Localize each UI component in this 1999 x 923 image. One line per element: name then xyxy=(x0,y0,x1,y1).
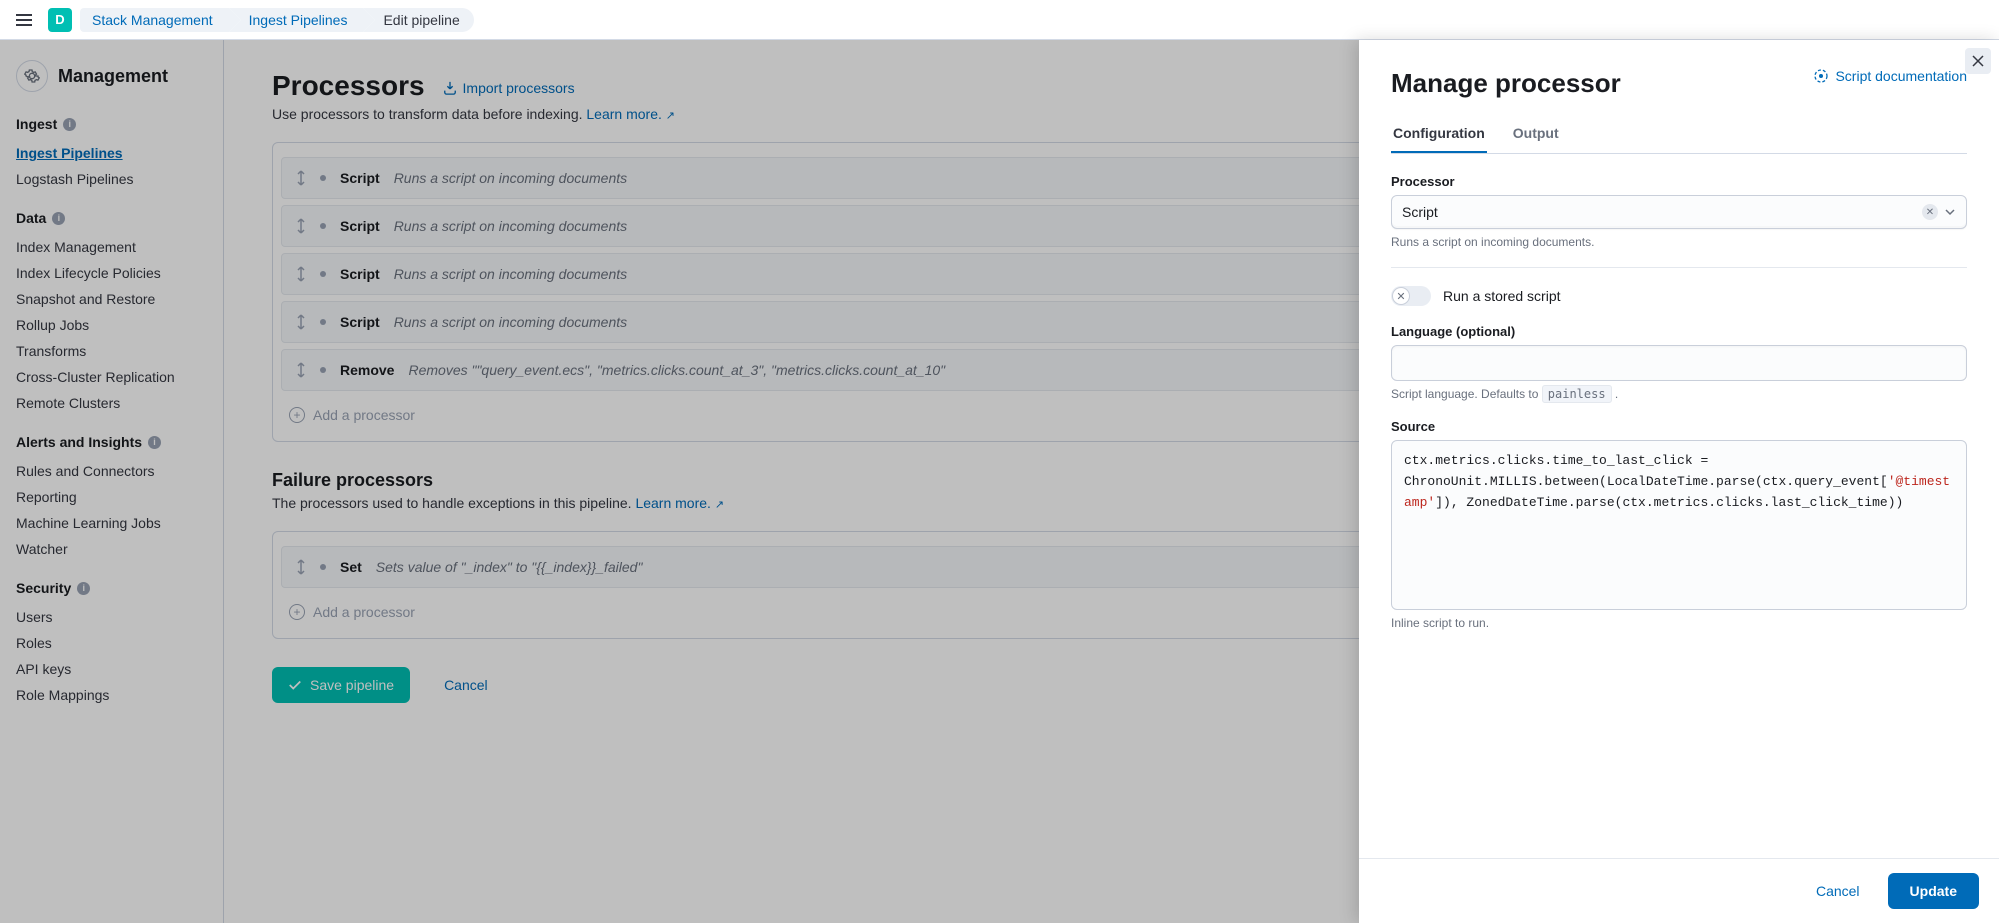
source-help-text: Inline script to run. xyxy=(1391,616,1967,630)
breadcrumb-ingest-pipelines[interactable]: Ingest Pipelines xyxy=(229,8,364,32)
processor-select-value: Script xyxy=(1402,204,1438,220)
breadcrumb-stack-management[interactable]: Stack Management xyxy=(80,8,229,32)
tab-configuration[interactable]: Configuration xyxy=(1391,117,1487,153)
flyout-body: Manage processor Script documentation Co… xyxy=(1359,40,1999,858)
flyout-update-button[interactable]: Update xyxy=(1888,873,1979,909)
divider xyxy=(1391,267,1967,268)
breadcrumbs: Stack Management Ingest Pipelines Edit p… xyxy=(80,8,474,32)
language-help-text: Script language. Defaults to painless . xyxy=(1391,387,1967,401)
source-code-editor[interactable]: ctx.metrics.clicks.time_to_last_click = … xyxy=(1391,440,1967,610)
app-body: Management Ingest i Ingest Pipelines Log… xyxy=(0,40,1999,923)
stored-script-switch-row: ✕ Run a stored script xyxy=(1391,286,1967,306)
processor-select[interactable]: Script ✕ xyxy=(1391,195,1967,229)
flyout-footer: Cancel Update xyxy=(1359,858,1999,923)
manage-processor-flyout: Manage processor Script documentation Co… xyxy=(1359,40,1999,923)
breadcrumb-current: Edit pipeline xyxy=(363,8,473,32)
flyout-title: Manage processor xyxy=(1391,68,1621,99)
language-input[interactable] xyxy=(1391,345,1967,381)
nav-toggle-button[interactable] xyxy=(8,4,40,36)
space-avatar[interactable]: D xyxy=(48,8,72,32)
flyout-close-button[interactable] xyxy=(1965,48,1991,74)
stored-script-switch[interactable]: ✕ xyxy=(1391,286,1431,306)
switch-thumb: ✕ xyxy=(1392,287,1410,305)
tab-output[interactable]: Output xyxy=(1511,117,1561,153)
top-header: D Stack Management Ingest Pipelines Edit… xyxy=(0,0,1999,40)
flyout-cancel-button[interactable]: Cancel xyxy=(1800,873,1876,909)
hamburger-icon xyxy=(16,14,32,26)
script-documentation-link[interactable]: Script documentation xyxy=(1813,68,1967,84)
clear-selection-button[interactable]: ✕ xyxy=(1922,204,1938,220)
close-icon xyxy=(1972,55,1984,67)
source-field-label: Source xyxy=(1391,419,1967,434)
chevron-down-icon xyxy=(1944,206,1956,218)
help-icon xyxy=(1813,68,1829,84)
painless-code: painless xyxy=(1542,385,1612,403)
stored-script-switch-label: Run a stored script xyxy=(1443,288,1561,304)
processor-help-text: Runs a script on incoming documents. xyxy=(1391,235,1967,249)
processor-field-label: Processor xyxy=(1391,174,1967,189)
language-field-label: Language (optional) xyxy=(1391,324,1967,339)
flyout-tabs: Configuration Output xyxy=(1391,117,1967,154)
